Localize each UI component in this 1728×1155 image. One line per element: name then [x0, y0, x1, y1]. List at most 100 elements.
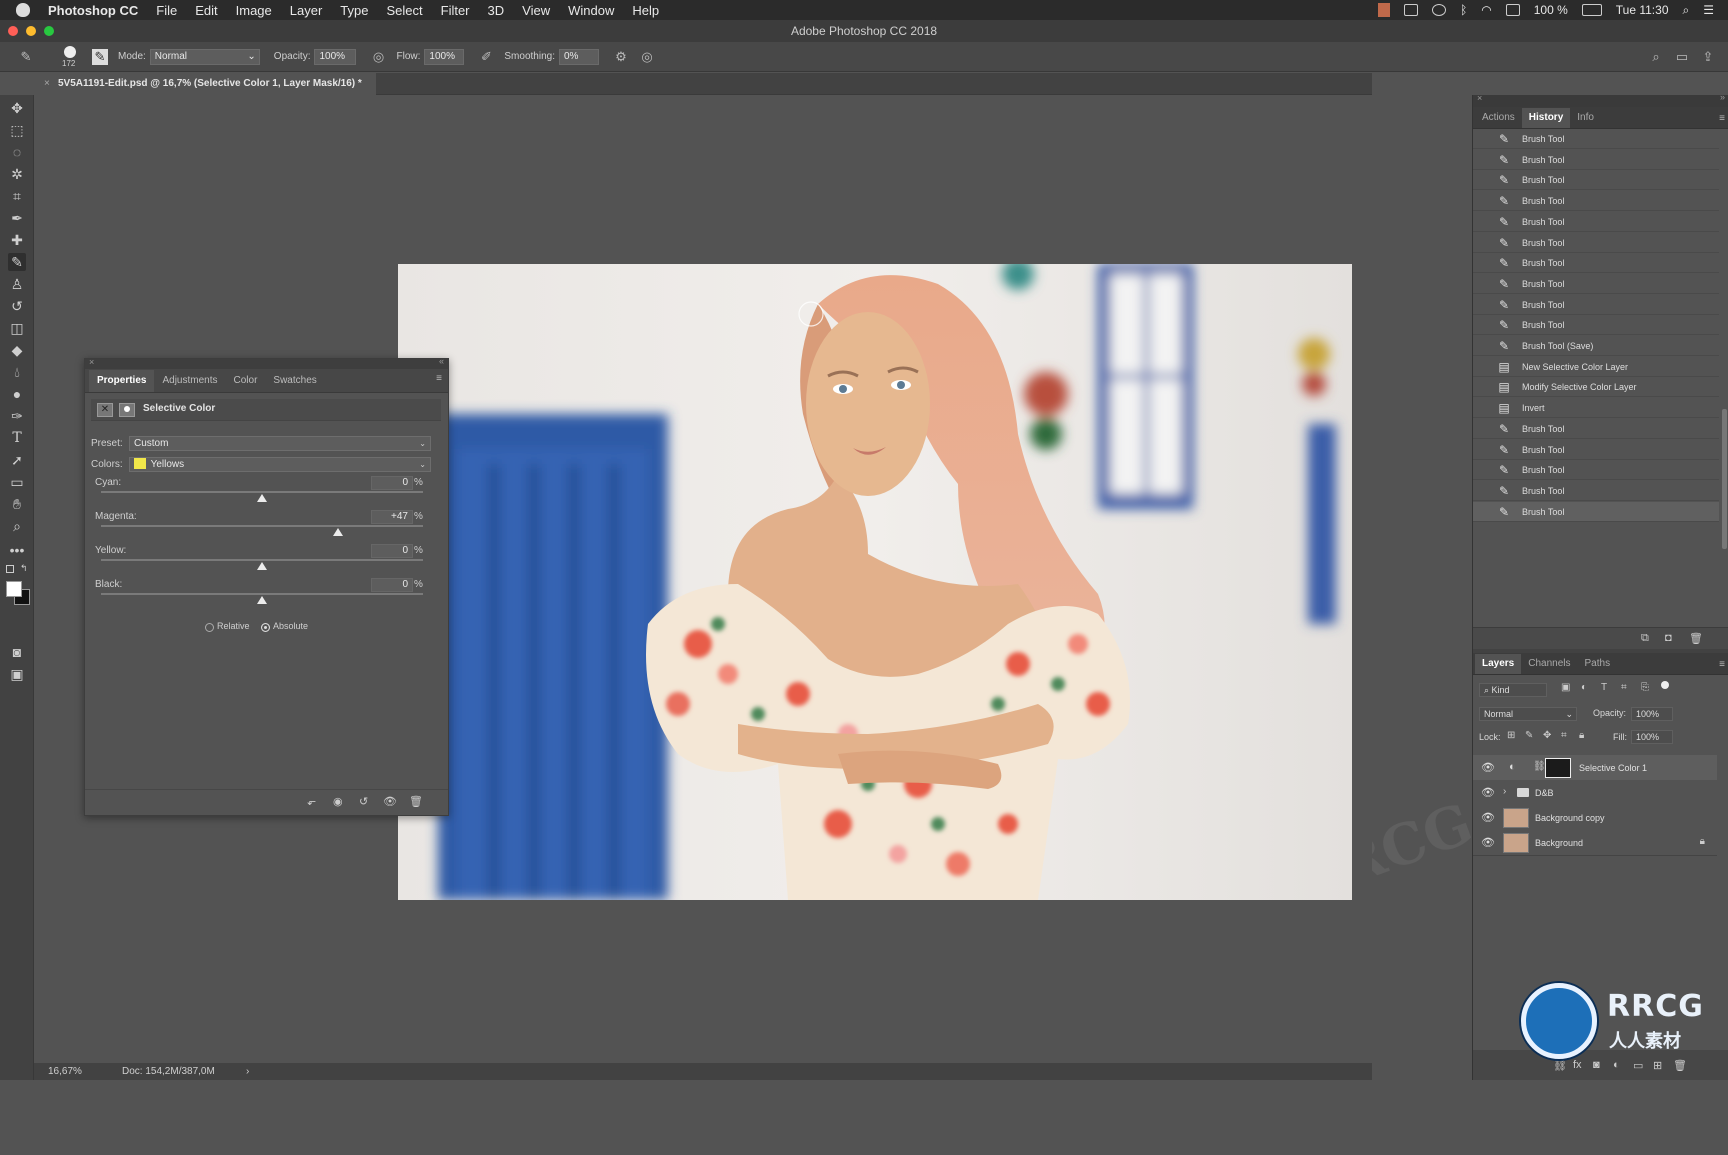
slider-value-field[interactable]: 0 [371, 578, 413, 592]
layer-row[interactable]: 👁︎ › D&B [1473, 780, 1717, 806]
move-tool-icon[interactable]: ✥ [8, 99, 26, 117]
view-previous-state-icon[interactable]: ◉ [333, 795, 343, 808]
absolute-radio[interactable] [261, 623, 270, 632]
pen-tool-icon[interactable]: ✑ [8, 407, 26, 425]
relative-radio[interactable] [205, 623, 214, 632]
apple-icon[interactable] [16, 3, 30, 17]
history-item[interactable]: ✎ Brush Tool [1473, 191, 1719, 212]
menu-layer[interactable]: Layer [290, 3, 323, 18]
more-tools-icon[interactable]: ••• [8, 541, 26, 559]
menu-help[interactable]: Help [632, 3, 659, 18]
tab-channels[interactable]: Channels [1521, 654, 1577, 674]
healing-brush-tool-icon[interactable]: ✚ [8, 231, 26, 249]
eyedropper-tool-icon[interactable]: ✒ [8, 209, 26, 227]
foreground-color-swatch[interactable] [6, 581, 22, 597]
screen-mode-icon[interactable]: ▣ [8, 665, 26, 683]
menu-file[interactable]: File [156, 3, 177, 18]
document-info[interactable]: Doc: 154,2M/387,0M [122, 1063, 215, 1080]
tab-paths[interactable]: Paths [1578, 654, 1618, 674]
dodge-tool-icon[interactable]: ● [8, 385, 26, 403]
lock-all-icon[interactable]: 🔒︎ [1579, 730, 1584, 741]
share-icon[interactable]: ⇪ [1700, 49, 1716, 65]
colors-select[interactable]: Yellows ⌄ [129, 457, 431, 472]
history-item[interactable]: ▤ New Selective Color Layer [1473, 356, 1719, 377]
history-item[interactable]: ✎ Brush Tool [1473, 501, 1719, 522]
brush-tool-preset-icon[interactable]: ✎ [18, 49, 34, 65]
collapse-icon[interactable]: » [1720, 92, 1725, 102]
brush-settings-icon[interactable]: ✎ [92, 48, 108, 65]
opacity-field[interactable]: 100% [314, 48, 357, 65]
tab-info[interactable]: Info [1570, 108, 1601, 128]
history-item[interactable]: ✎ Brush Tool [1473, 480, 1719, 501]
filter-adjustment-icon[interactable]: ◐ [1581, 682, 1587, 693]
crop-tool-icon[interactable]: ⌗ [8, 187, 26, 205]
slider-value-field[interactable]: 0 [371, 544, 413, 558]
slider-thumb[interactable] [257, 596, 267, 604]
type-tool-icon[interactable]: T [8, 429, 26, 447]
tab-actions[interactable]: Actions [1475, 108, 1522, 128]
lock-brush-icon[interactable]: ✎ [1525, 730, 1533, 741]
tab-color[interactable]: Color [226, 370, 266, 392]
history-item[interactable]: ▤ Invert [1473, 398, 1719, 419]
layer-name[interactable]: Background [1535, 830, 1583, 856]
visibility-eye-icon[interactable]: 👁︎ [1481, 786, 1495, 799]
history-item[interactable]: ✎ Brush Tool (Save) [1473, 336, 1719, 356]
menu-window[interactable]: Window [568, 3, 614, 18]
minimize-window-button[interactable] [26, 26, 36, 36]
preset-select[interactable]: Custom ⌄ [129, 436, 431, 451]
panel-menu-icon[interactable]: ≡ [436, 373, 442, 384]
menu-edit[interactable]: Edit [195, 3, 217, 18]
visibility-eye-icon[interactable]: 👁︎ [1481, 811, 1495, 824]
blur-tool-icon[interactable]: 💧︎ [8, 363, 26, 381]
history-item[interactable]: ✎ Brush Tool [1473, 211, 1719, 232]
layer-opacity-field[interactable]: 100% [1631, 707, 1673, 721]
menu-view[interactable]: View [522, 3, 550, 18]
layer-thumbnail[interactable] [1503, 833, 1529, 853]
history-item[interactable]: ▤ Modify Selective Color Layer [1473, 377, 1719, 398]
brush-tool-icon[interactable]: ✎ [8, 253, 26, 271]
pressure-opacity-icon[interactable]: ◎ [370, 49, 386, 65]
panel-menu-icon[interactable]: ≡ [1719, 113, 1725, 124]
slider-thumb[interactable] [257, 562, 267, 570]
clip-to-layer-icon[interactable]: ⬐ [307, 795, 316, 808]
flow-field[interactable]: 100% [424, 48, 465, 65]
history-item[interactable]: ✎ Brush Tool [1473, 149, 1719, 170]
pressure-size-icon[interactable]: ◎ [639, 49, 655, 65]
scrollbar[interactable] [1722, 409, 1727, 549]
zoom-level[interactable]: 16,67% [48, 1063, 82, 1080]
quick-mask-icon[interactable]: ◙ [8, 643, 26, 661]
slider-value-field[interactable]: +47 [371, 510, 413, 524]
slider-track[interactable] [101, 593, 423, 595]
menu-3d[interactable]: 3D [488, 3, 505, 18]
mode-select[interactable]: Normal ⌄ [149, 48, 260, 65]
slider-thumb[interactable] [332, 528, 343, 536]
tab-swatches[interactable]: Swatches [265, 370, 324, 392]
slider-track[interactable] [101, 559, 423, 561]
history-item[interactable]: ✎ Brush Tool [1473, 253, 1719, 274]
menu-filter[interactable]: Filter [441, 3, 470, 18]
history-item[interactable]: ✎ Brush Tool [1473, 439, 1719, 460]
filter-smart-object-icon[interactable]: ⎘ [1641, 682, 1649, 693]
kind-filter-select[interactable]: ⌕ Kind [1479, 683, 1547, 697]
smoothing-field[interactable]: 0% [558, 48, 599, 65]
filter-shape-icon[interactable]: ⌗ [1621, 682, 1627, 693]
tab-properties[interactable]: Properties [89, 370, 155, 392]
history-brush-tool-icon[interactable]: ↺ [8, 297, 26, 315]
visibility-eye-icon[interactable]: 👁︎ [1481, 761, 1495, 774]
layer-name[interactable]: Selective Color 1 [1579, 755, 1647, 781]
slider-value-field[interactable]: 0 [371, 476, 413, 490]
layer-name[interactable]: Background copy [1535, 805, 1605, 831]
brush-preset-picker[interactable]: 172 [58, 44, 82, 70]
eraser-tool-icon[interactable]: ◫ [8, 319, 26, 337]
clock[interactable]: Tue 11:30 [1616, 3, 1669, 17]
visibility-eye-icon[interactable]: 👁︎ [383, 795, 397, 808]
status-app-icon[interactable] [1378, 3, 1391, 17]
history-item[interactable]: ✎ Brush Tool [1473, 315, 1719, 336]
notification-center-icon[interactable]: ☰ [1703, 3, 1714, 17]
menu-type[interactable]: Type [340, 3, 368, 18]
status-menu-arrow[interactable]: › [246, 1063, 249, 1080]
search-icon[interactable]: ⌕ [1648, 49, 1664, 65]
layer-name[interactable]: D&B [1535, 780, 1554, 806]
default-colors-icon[interactable] [6, 565, 14, 573]
history-item[interactable]: ✎ Brush Tool [1473, 294, 1719, 315]
